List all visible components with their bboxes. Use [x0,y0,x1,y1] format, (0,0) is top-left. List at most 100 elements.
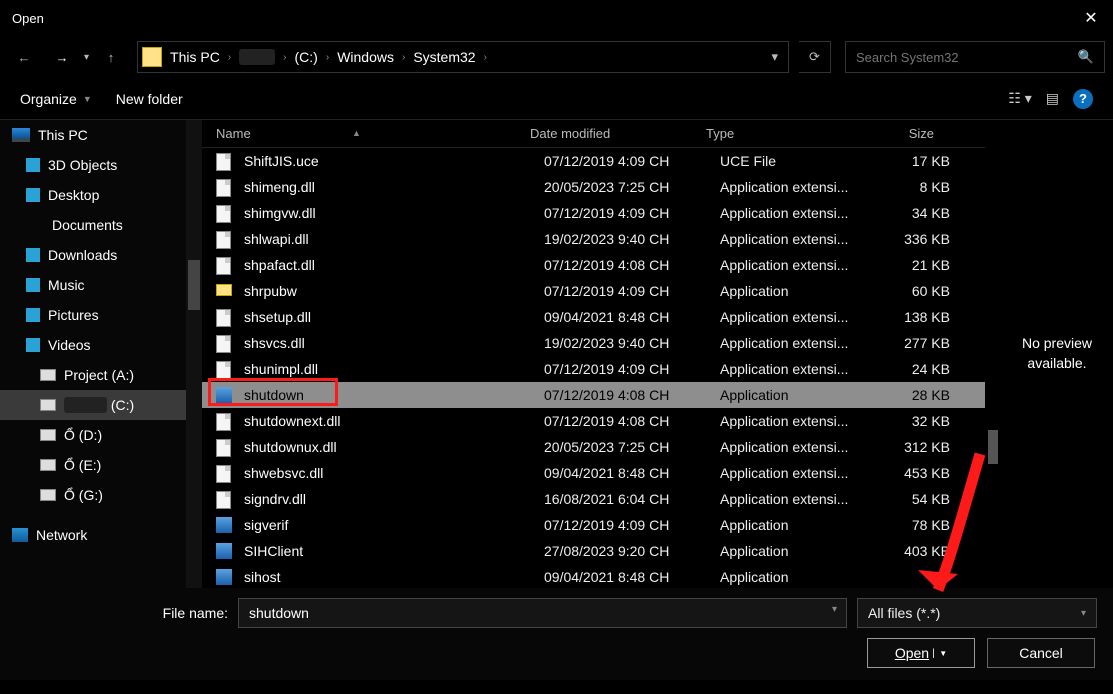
sidebar-item[interactable]: Desktop [0,180,186,210]
file-date: 09/04/2021 8:48 CH [544,465,720,481]
file-date: 19/02/2023 9:40 CH [544,231,720,247]
drive-icon [40,429,56,441]
gen-icon [216,257,234,273]
recent-locations-icon[interactable]: ▾ [84,52,89,63]
file-type: Application extensi... [720,205,868,221]
search-input-wrap[interactable]: 🔍 [845,41,1105,73]
breadcrumb-item[interactable]: (C:) [295,49,318,65]
sidebar-item-label: Project (A:) [64,367,134,383]
gen-icon [216,361,234,377]
back-button[interactable]: ← [8,41,40,73]
breadcrumb-item[interactable]: xxxx [239,49,275,65]
file-type: Application [720,283,868,299]
sidebar-item-label: Documents [52,217,123,233]
table-row[interactable]: shutdownux.dll20/05/2023 7:25 CHApplicat… [202,434,985,460]
file-type: Application extensi... [720,179,868,195]
table-row[interactable]: signdrv.dll16/08/2021 6:04 CHApplication… [202,486,985,512]
preview-pane: No preview available. [1001,120,1113,588]
new-folder-button[interactable]: New folder [116,91,183,107]
table-row[interactable]: sihost09/04/2021 8:48 CHApplication [202,564,985,588]
table-row[interactable]: shwebsvc.dll09/04/2021 8:48 CHApplicatio… [202,460,985,486]
file-size: 312 KB [868,439,950,455]
app-icon [216,543,234,559]
breadcrumb-item[interactable]: This PC [170,49,220,65]
table-row[interactable]: shsvcs.dll19/02/2023 9:40 CHApplication … [202,330,985,356]
search-input[interactable] [856,50,1078,65]
sidebar-item[interactable]: Downloads [0,240,186,270]
file-date: 07/12/2019 4:08 CH [544,413,720,429]
col-name[interactable]: Name▲ [202,126,530,141]
file-date: 07/12/2019 4:09 CH [544,153,720,169]
table-row[interactable]: shlwapi.dll19/02/2023 9:40 CHApplication… [202,226,985,252]
sidebar-item-label: Downloads [48,247,117,263]
table-row[interactable]: shimeng.dll20/05/2023 7:25 CHApplication… [202,174,985,200]
file-name: shutdownext.dll [244,413,544,429]
file-name: shwebsvc.dll [244,465,544,481]
table-row[interactable]: shrpubw07/12/2019 4:09 CHApplication60 K… [202,278,985,304]
preview-pane-icon[interactable]: ▤ [1046,90,1059,107]
table-row[interactable]: SIHClient27/08/2023 9:20 CHApplication40… [202,538,985,564]
table-row[interactable]: sigverif07/12/2019 4:09 CHApplication78 … [202,512,985,538]
sidebar-item[interactable]: 3D Objects [0,150,186,180]
sidebar-item-label: Videos [48,337,91,353]
file-size: 8 KB [868,179,950,195]
sidebar-item[interactable]: Ổ (G:) [0,480,186,510]
table-row[interactable]: shutdownext.dll07/12/2019 4:08 CHApplica… [202,408,985,434]
breadcrumb-item[interactable]: System32 [413,49,475,65]
col-date[interactable]: Date modified [530,126,706,141]
view-options-icon[interactable]: ☷ ▾ [1008,90,1031,107]
table-row[interactable]: shimgvw.dll07/12/2019 4:09 CHApplication… [202,200,985,226]
sidebar-item[interactable]: Music [0,270,186,300]
up-button[interactable]: ↑ [95,41,127,73]
help-icon[interactable]: ? [1073,89,1093,109]
sidebar: This PC3D ObjectsDesktop Documents Downloa… [0,120,186,588]
sidebar-item[interactable]: Videos [0,330,186,360]
file-list-scrollbar[interactable] [985,120,1001,588]
folder-icon [142,47,162,67]
sidebar-item[interactable]: Network [0,520,186,550]
cube-icon [26,158,40,172]
table-row[interactable]: shsetup.dll09/04/2021 8:48 CHApplication… [202,304,985,330]
open-button[interactable]: Open ▏▼ [867,638,975,668]
sidebar-item[interactable]: This PC [0,120,186,150]
file-type-filter[interactable]: All files (*.*)▾ [857,598,1097,628]
app-icon [216,569,234,585]
file-name: shutdown [244,387,544,403]
search-icon: 🔍 [1078,49,1094,65]
sidebar-item[interactable]: Documents [0,210,186,240]
refresh-icon[interactable]: ⟳ [809,49,820,65]
col-type[interactable]: Type [706,126,854,141]
address-bar[interactable]: This PC›xxxx›(C:)›Windows›System32› ▾ [137,41,789,73]
table-row[interactable]: shunimpl.dll07/12/2019 4:09 CHApplicatio… [202,356,985,382]
drive-icon [40,399,56,411]
filename-dropdown-icon[interactable]: ▾ [832,604,837,615]
sidebar-item-label: Ổ (G:) [64,487,103,503]
forward-button[interactable]: → [46,41,78,73]
table-row[interactable]: ShiftJIS.uce07/12/2019 4:09 CHUCE File17… [202,148,985,174]
sidebar-item[interactable]: Project (A:) [0,360,186,390]
file-name: signdrv.dll [244,491,544,507]
col-size[interactable]: Size [854,126,946,141]
sidebar-item[interactable]: Pictures [0,300,186,330]
sidebar-item[interactable]: xxxxx (C:) [0,390,186,420]
cancel-button[interactable]: Cancel [987,638,1095,668]
table-row[interactable]: shutdown07/12/2019 4:08 CHApplication28 … [202,382,985,408]
app-icon [216,387,234,403]
table-row[interactable]: shpafact.dll07/12/2019 4:08 CHApplicatio… [202,252,985,278]
breadcrumb[interactable]: This PC›xxxx›(C:)›Windows›System32› [170,49,487,65]
organize-menu[interactable]: Organize ▼ [20,91,92,107]
filename-input[interactable] [238,598,847,628]
file-type: Application extensi... [720,361,868,377]
close-icon[interactable]: ✕ [1081,8,1101,28]
network-icon [12,528,28,542]
file-date: 07/12/2019 4:08 CH [544,387,720,403]
file-name: shlwapi.dll [244,231,544,247]
file-size: 78 KB [868,517,950,533]
sidebar-item[interactable]: Ổ (E:) [0,450,186,480]
chevron-down-icon[interactable]: ▾ [771,49,778,65]
breadcrumb-item[interactable]: Windows [337,49,394,65]
gen-icon [216,153,234,169]
sidebar-item[interactable]: Ổ (D:) [0,420,186,450]
gen-icon [216,491,234,507]
sidebar-scrollbar[interactable] [186,120,202,588]
